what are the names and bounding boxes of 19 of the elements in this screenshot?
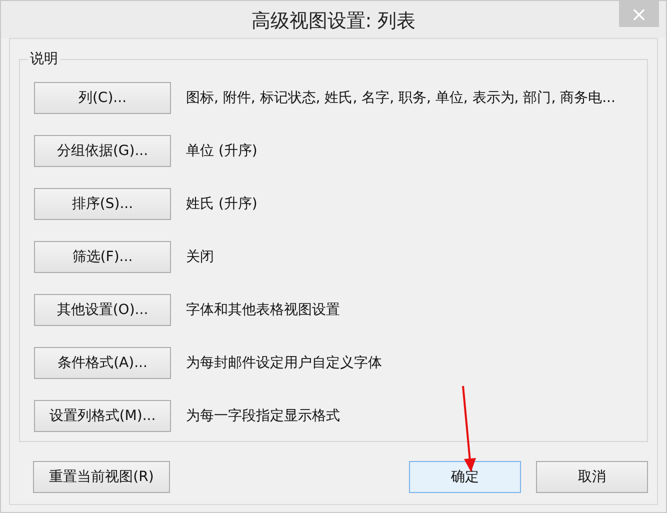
dialog-button[interactable]: 取消 [536, 461, 648, 493]
setting-description: 为每一字段指定显示格式 [186, 407, 340, 425]
dialog-button[interactable]: 确定 [409, 461, 521, 493]
setting-description: 为每封邮件设定用户自定义字体 [186, 354, 382, 372]
settings-button[interactable]: 列(C)... [34, 82, 171, 114]
settings-button[interactable]: 条件格式(A)... [34, 347, 171, 379]
settings-button[interactable]: 分组依据(G)... [34, 135, 171, 167]
group-legend: 说明 [28, 50, 60, 68]
window-title: 高级视图设置: 列表 [251, 8, 416, 34]
setting-description: 图标, 附件, 标记状态, 姓氏, 名字, 职务, 单位, 表示为, 部门, 商务电... [186, 89, 616, 107]
reset-view-button[interactable]: 重置当前视图(R) [33, 461, 170, 493]
setting-description: 关闭 [186, 248, 214, 266]
settings-button[interactable]: 排序(S)... [34, 188, 171, 220]
settings-button[interactable]: 其他设置(O)... [34, 294, 171, 326]
settings-button[interactable]: 筛选(F)... [34, 241, 171, 273]
settings-button[interactable]: 设置列格式(M)... [34, 400, 171, 432]
setting-description: 姓氏 (升序) [186, 195, 258, 213]
setting-description: 字体和其他表格视图设置 [186, 301, 340, 319]
setting-description: 单位 (升序) [186, 142, 258, 160]
